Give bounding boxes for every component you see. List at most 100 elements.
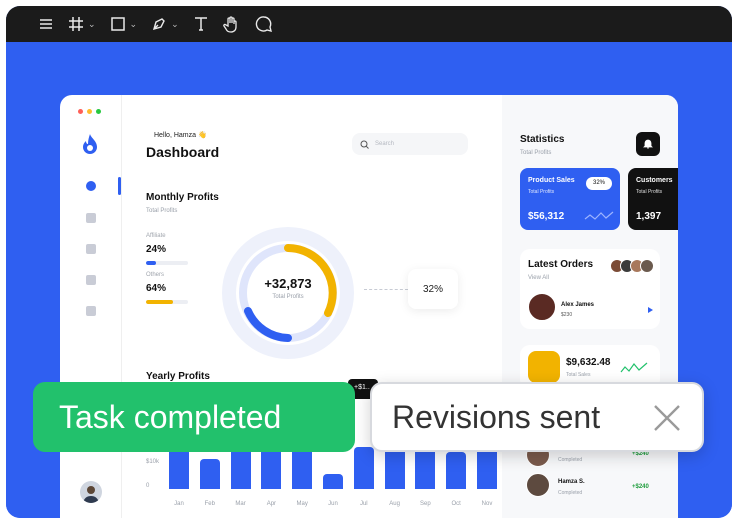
- transaction-amount: +$240: [632, 484, 649, 490]
- revisions-sent-label: Revisions sent: [392, 398, 601, 435]
- affiliate-value: 24%: [146, 244, 167, 255]
- customers-sub: Total Profits: [636, 189, 663, 195]
- revisions-sent-toast: Revisions sent: [370, 382, 704, 452]
- page-title: Dashboard: [146, 144, 220, 160]
- others-label: Others: [146, 272, 165, 278]
- total-profit-label: Total Profits: [272, 294, 304, 300]
- dashboard-sidebar: [60, 95, 122, 518]
- month-label: Mar: [235, 501, 246, 507]
- monthly-profits-subtitle: Total Profits: [146, 208, 178, 214]
- latest-orders-title: Latest Orders: [528, 259, 594, 270]
- month-label: Aug: [389, 501, 400, 507]
- product-sales-value: $56,312: [528, 211, 565, 222]
- month-label: Apr: [266, 501, 277, 507]
- avatar: [528, 293, 556, 321]
- product-sales-card[interactable]: Product Sales Total Profits 32% $56,312: [520, 168, 620, 230]
- greeting: Hello, Hamza 👋: [154, 132, 207, 139]
- search-placeholder: Search: [375, 141, 395, 147]
- y-tick-10k: $10k: [146, 459, 160, 465]
- sidebar-item-dashboard[interactable]: [86, 181, 96, 191]
- total-sales-value: $9,632.48: [566, 357, 611, 368]
- app-window: ⌄ ⌄ ⌄ Hello, Hamza 👋 Dashboard Search Mo…: [6, 6, 732, 518]
- profit-donut-chart: [222, 227, 354, 359]
- sidebar-item-files[interactable]: [86, 244, 96, 254]
- comment-tool[interactable]: [255, 15, 273, 33]
- bar-jun: [323, 474, 343, 489]
- avatar: [640, 259, 654, 273]
- latest-orders-card: Latest Orders View All Alex James $230: [520, 249, 660, 329]
- design-toolbar: ⌄ ⌄ ⌄: [6, 6, 732, 42]
- search-icon: [360, 140, 369, 149]
- pen-icon: [153, 18, 165, 31]
- dashboard-mockup: Hello, Hamza 👋 Dashboard Search Monthly …: [60, 95, 678, 518]
- task-completed-toast[interactable]: Task completed: [33, 382, 355, 452]
- sparkline-icon: [584, 211, 614, 220]
- text-icon: [194, 17, 207, 31]
- close-icon[interactable]: [652, 403, 682, 433]
- notification-button[interactable]: [636, 132, 660, 156]
- month-label: Jun: [328, 501, 338, 507]
- total-profit-value: +32,873: [264, 276, 312, 291]
- yearly-profits-title: Yearly Profits: [146, 371, 210, 382]
- task-completed-label: Task completed: [59, 398, 282, 435]
- month-label: Jan: [174, 501, 184, 507]
- customers-label: Customers: [636, 177, 673, 184]
- others-bar: [146, 300, 188, 304]
- y-tick-0: 0: [146, 483, 150, 489]
- flame-logo-icon: [83, 134, 97, 154]
- sidebar-item-users[interactable]: [86, 306, 96, 316]
- sidebar-item-analytics[interactable]: [86, 213, 96, 223]
- search-input[interactable]: Search: [352, 133, 468, 155]
- affiliate-label: Affiliate: [146, 233, 166, 239]
- hand-tool[interactable]: [222, 15, 241, 33]
- rectangle-tool[interactable]: ⌄: [110, 16, 138, 32]
- chevron-down-icon: ⌄: [129, 18, 138, 29]
- order-customer-name: Alex James: [561, 302, 595, 308]
- others-value: 64%: [146, 283, 167, 294]
- product-sales-pill: 32%: [586, 177, 612, 190]
- menu-icon: [40, 19, 52, 29]
- month-label: Feb: [204, 501, 215, 507]
- affiliate-bar: [146, 261, 188, 265]
- avatar[interactable]: [80, 481, 102, 503]
- chevron-down-icon: ⌄: [88, 18, 96, 29]
- bar-feb: [199, 459, 220, 489]
- sparkline-icon: [620, 362, 648, 373]
- month-label: Sep: [420, 501, 431, 507]
- bell-icon: [643, 139, 653, 149]
- sidebar-active-marker: [118, 177, 121, 195]
- pen-tool[interactable]: ⌄: [151, 16, 179, 32]
- customers-value: 1,397: [636, 211, 662, 222]
- transaction-name: Hamza S.: [558, 479, 585, 485]
- month-label: Jul: [359, 501, 368, 507]
- customers-card[interactable]: Customers Total Profits 1,397: [628, 168, 678, 230]
- product-sales-sub: Total Profits: [528, 189, 555, 195]
- frame-tool[interactable]: ⌄: [68, 16, 96, 32]
- transaction-status: Completed: [558, 490, 583, 496]
- play-icon[interactable]: [648, 307, 653, 313]
- coin-icon: [528, 351, 560, 383]
- bar-oct: [446, 452, 467, 489]
- monthly-profits-title: Monthly Profits: [146, 192, 219, 203]
- sidebar-item-messages[interactable]: [86, 275, 96, 285]
- statistics-title: Statistics: [520, 134, 565, 145]
- frame-icon: [69, 17, 83, 31]
- transaction-status: Completed: [558, 457, 583, 463]
- avatar: [526, 473, 550, 497]
- text-tool[interactable]: [193, 16, 209, 32]
- chevron-down-icon: ⌄: [171, 18, 179, 29]
- dashboard-main: Hello, Hamza 👋 Dashboard Search Monthly …: [122, 95, 528, 518]
- month-label: Nov: [481, 501, 493, 507]
- hand-icon: [222, 16, 237, 33]
- statistics-panel: Statistics Total Profits Product Sales T…: [502, 95, 678, 518]
- statistics-subtitle: Total Profits: [520, 150, 552, 156]
- comment-icon: [255, 16, 272, 32]
- menu-button[interactable]: [38, 17, 54, 31]
- view-all-link[interactable]: View All: [528, 275, 549, 281]
- month-label: May: [296, 501, 308, 507]
- connector-line: [364, 289, 408, 290]
- total-sales-label: Total Sales: [566, 372, 591, 378]
- percentage-chip: 32%: [408, 269, 458, 309]
- product-sales-label: Product Sales: [528, 177, 575, 184]
- bar-jul: [353, 447, 374, 489]
